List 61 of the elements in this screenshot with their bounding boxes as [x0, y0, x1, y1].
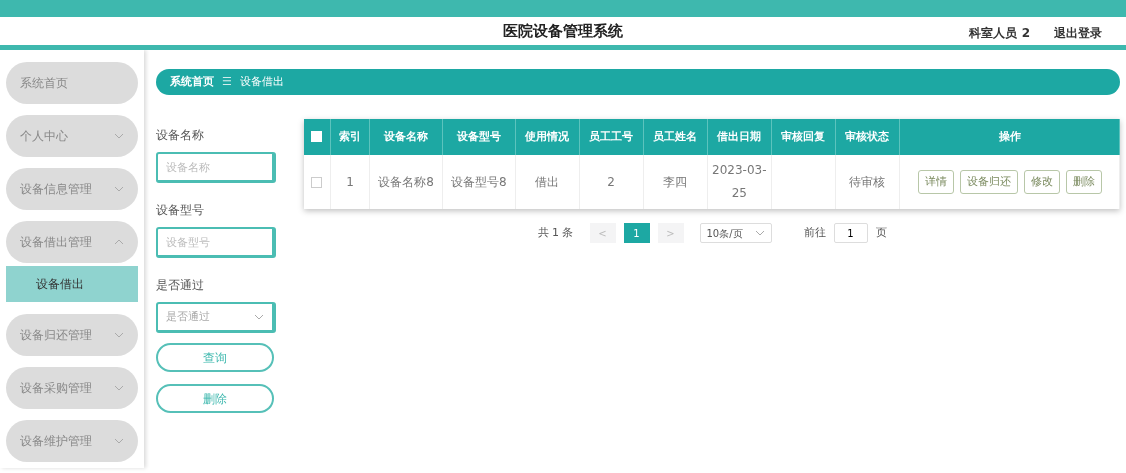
- table-cell: 待审核: [835, 155, 900, 209]
- page-input[interactable]: 1: [833, 223, 868, 243]
- total-count: 共 1 条: [537, 224, 574, 241]
- page-suffix: 页: [875, 224, 887, 241]
- column-header: 审核状态: [835, 119, 900, 155]
- page-button[interactable]: 1: [623, 223, 650, 243]
- app-title: 医院设备管理系统: [503, 20, 623, 42]
- table-cell: 设备名称8: [369, 155, 443, 209]
- table-cell: 1: [330, 155, 370, 209]
- select-all-checkbox[interactable]: [311, 131, 323, 143]
- table-cell: 借出: [515, 155, 580, 209]
- table-cell: 设备型号8: [442, 155, 516, 209]
- search-button[interactable]: 查询: [156, 343, 274, 372]
- column-header: 操作: [899, 119, 1120, 155]
- column-header: 索引: [330, 119, 370, 155]
- action-button[interactable]: 设备归还: [959, 169, 1018, 195]
- column-header: 设备名称: [369, 119, 443, 155]
- separator-icon: ☰: [222, 73, 232, 91]
- submenu-item[interactable]: 设备借出: [6, 266, 138, 302]
- action-button[interactable]: 删除: [1065, 169, 1102, 195]
- sidebar-item[interactable]: 设备采购管理: [6, 367, 138, 409]
- chevron-icon: [114, 438, 124, 444]
- sidebar-item[interactable]: 个人中心: [6, 115, 138, 157]
- column-header: 审核回复: [771, 119, 836, 155]
- chevron-icon: [754, 230, 765, 236]
- action-button[interactable]: 修改: [1023, 169, 1060, 195]
- column-header: 员工工号: [579, 119, 644, 155]
- chevron-icon: [114, 186, 124, 192]
- row-checkbox[interactable]: [311, 177, 323, 188]
- chevron-icon: [254, 314, 264, 320]
- column-header: 设备型号: [442, 119, 516, 155]
- select-field[interactable]: 是否通过: [156, 302, 276, 333]
- delete-button[interactable]: 删除: [156, 384, 274, 413]
- filter-label: 设备型号: [156, 202, 205, 219]
- sidebar-item[interactable]: 设备归还管理: [6, 314, 138, 356]
- column-header: 员工姓名: [643, 119, 708, 155]
- column-header: 使用情况: [515, 119, 580, 155]
- sidebar-item[interactable]: 设备维护管理: [6, 420, 138, 462]
- breadcrumb-link[interactable]: 系统首页: [170, 73, 214, 91]
- next-page-button[interactable]: >: [657, 223, 684, 243]
- filter-label: 是否通过: [156, 277, 205, 294]
- table-cell: 2023-03-25: [707, 155, 772, 209]
- column-header: 借出日期: [707, 119, 772, 155]
- filter-label: 设备名称: [156, 127, 205, 144]
- prev-page-button[interactable]: <: [589, 223, 616, 243]
- input-field[interactable]: 设备名称: [156, 152, 276, 183]
- logout-link[interactable]: 退出登录: [1054, 24, 1102, 42]
- chevron-icon: [114, 133, 124, 139]
- action-button[interactable]: 详情: [917, 169, 954, 195]
- breadcrumb-current: 设备借出: [239, 73, 284, 90]
- chevron-icon: [114, 239, 124, 245]
- chevron-icon: [114, 332, 124, 338]
- sidebar-item[interactable]: 设备信息管理: [6, 168, 138, 210]
- chevron-icon: [114, 385, 124, 391]
- page-size-select[interactable]: 10条/页: [699, 223, 772, 243]
- goto-label: 前往: [803, 224, 826, 241]
- user-name: 科室人员 2: [969, 25, 1030, 42]
- sidebar-item[interactable]: 系统首页: [6, 62, 138, 104]
- table-cell: 2: [579, 155, 644, 209]
- sidebar-item[interactable]: 设备借出管理: [6, 221, 138, 263]
- table-cell: 李四: [643, 155, 708, 209]
